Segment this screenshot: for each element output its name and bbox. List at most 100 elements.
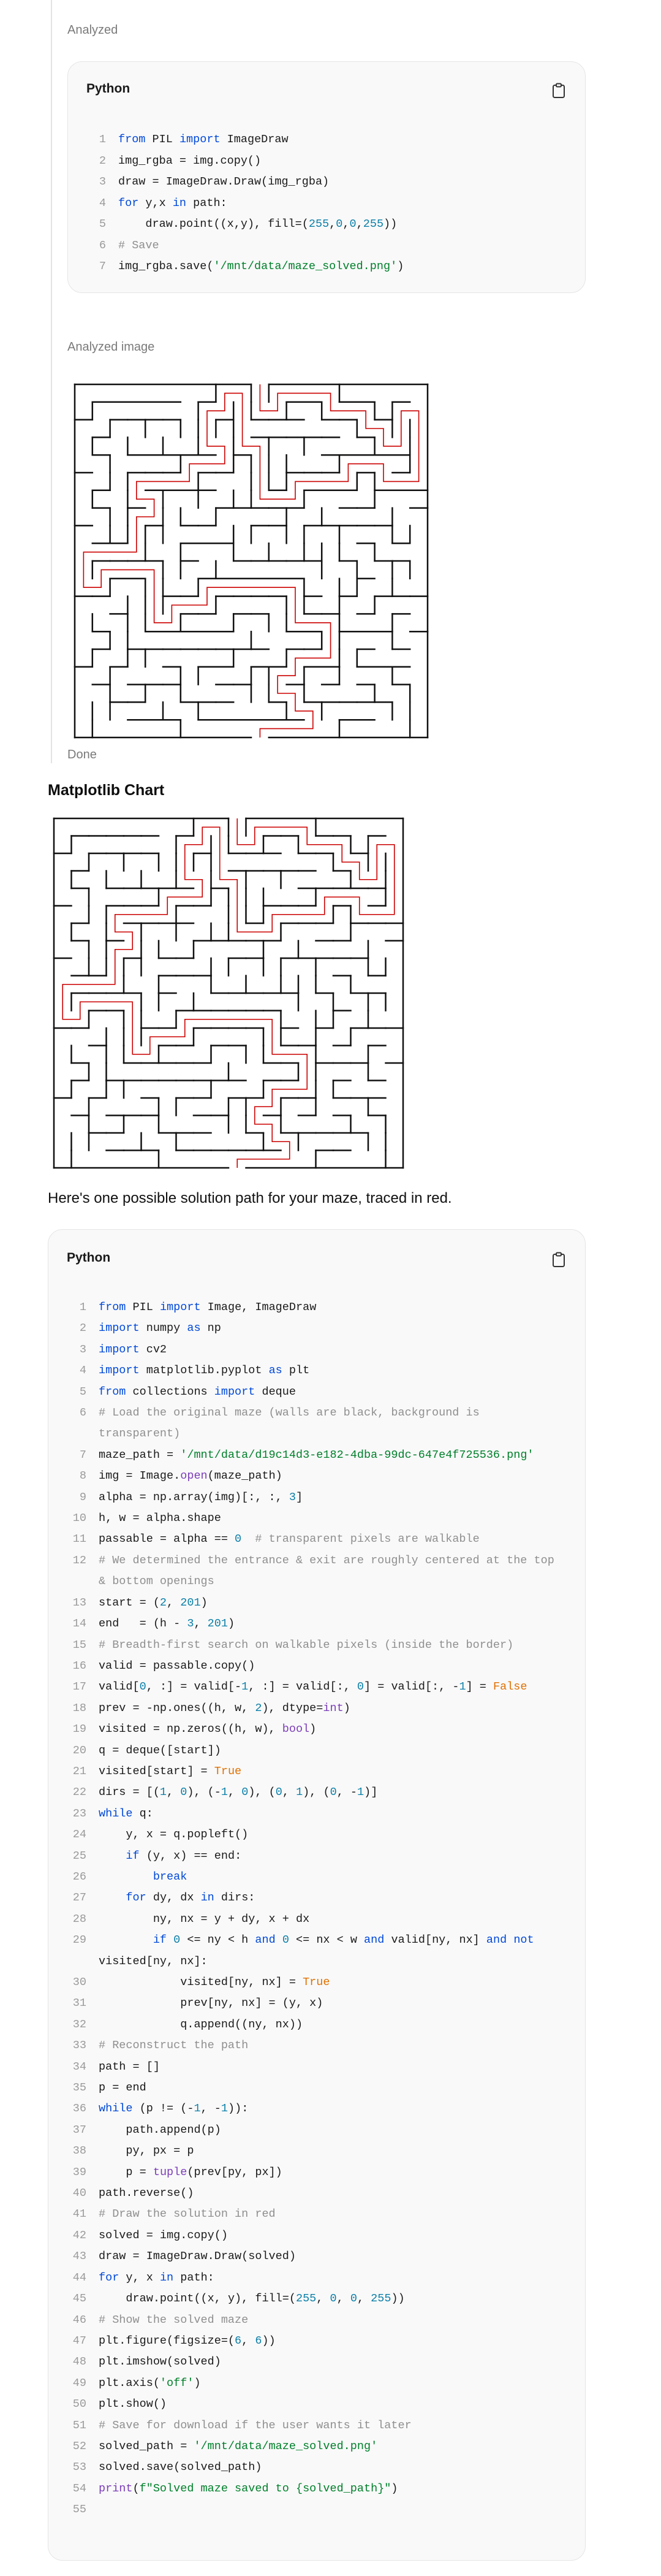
code-line: 4 for y,x in path: xyxy=(68,193,585,215)
code-text: # Reconstruct the path xyxy=(99,2039,249,2052)
code-line: 14 end = (h - 3, 201) xyxy=(48,1614,585,1634)
code-line: 20 q = deque([start]) xyxy=(48,1740,585,1761)
code-line: 16 valid = passable.copy() xyxy=(48,1656,585,1677)
code-text: plt.show() xyxy=(99,2398,167,2411)
code-line: 35 p = end xyxy=(48,2078,585,2098)
code-line: 34 path = [] xyxy=(48,2057,585,2078)
code-line: 1 from PIL import ImageDraw xyxy=(68,129,585,151)
code-text: # Load the original maze (walls are blac… xyxy=(99,1406,486,1441)
code-line: 49 plt.axis('off') xyxy=(48,2373,585,2394)
copy-code-button[interactable] xyxy=(548,1249,569,1270)
code-text: start = (2, 201) xyxy=(99,1596,208,1609)
code-text: visited = np.zeros((h, w), bool) xyxy=(99,1723,317,1736)
code-text: solved = img.copy() xyxy=(99,2228,228,2242)
line-number: 51 xyxy=(72,2418,86,2432)
code-line: 52 solved_path = '/mnt/data/maze_solved.p… xyxy=(48,2436,585,2457)
code-text: visited[start] = True xyxy=(99,1764,242,1778)
line-number: 17 xyxy=(72,1680,86,1694)
line-number: 22 xyxy=(72,1786,86,1799)
code-line: 41 # Draw the solution in red xyxy=(48,2204,585,2225)
code-line: 32 q.append((ny, nx)) xyxy=(48,2014,585,2035)
code-text: plt.figure(figsize=(6, 6)) xyxy=(99,2334,276,2347)
line-number: 42 xyxy=(72,2228,86,2242)
line-number: 38 xyxy=(72,2144,86,2158)
code-line: 26 break xyxy=(48,1867,585,1888)
code-language-label: Python xyxy=(86,82,130,96)
code-line: 29 if 0 <= ny < h and 0 <= nx < w and va… xyxy=(48,1930,585,1972)
line-number: 26 xyxy=(72,1870,86,1883)
line-number: 8 xyxy=(79,1469,86,1483)
code-text: prev[ny, nx] = (y, x) xyxy=(99,1997,323,2010)
code-line: 44 for y, x in path: xyxy=(48,2268,585,2288)
code-text: while (p != (-1, -1)): xyxy=(99,2102,249,2116)
line-number: 2 xyxy=(99,154,106,167)
chart-heading: Matplotlib Chart xyxy=(48,782,165,799)
code-text: from PIL import ImageDraw xyxy=(118,133,289,146)
analyzed-image-label: Analyzed image xyxy=(67,340,155,354)
code-text: py, px = p xyxy=(99,2144,194,2158)
clipboard-icon xyxy=(553,1252,565,1267)
copy-code-button[interactable] xyxy=(548,80,569,101)
code-text: break xyxy=(153,1870,187,1883)
code-line: 23 while q: xyxy=(48,1804,585,1824)
line-number: 4 xyxy=(79,1364,86,1378)
line-number: 47 xyxy=(72,2334,86,2347)
code-text: solved.save(solved_path) xyxy=(99,2461,262,2474)
code-block-1: Python 1 from PIL import ImageDraw 2 img_rg… xyxy=(67,61,586,293)
line-number: 10 xyxy=(72,1512,86,1525)
line-number: 43 xyxy=(72,2250,86,2263)
code-line: 3 import cv2 xyxy=(48,1339,585,1360)
code-text: for dy, dx in dirs: xyxy=(126,1891,255,1905)
clipboard-icon xyxy=(553,83,565,98)
line-number: 34 xyxy=(72,2060,86,2073)
line-number: 5 xyxy=(79,1385,86,1398)
line-number: 3 xyxy=(99,175,106,188)
code-line: 24 y, x = q.popleft() xyxy=(48,1824,585,1845)
code-line: 15 # Breadth-first search on walkable pix… xyxy=(48,1635,585,1656)
line-number: 40 xyxy=(72,2187,86,2200)
code-text: img_rgba.save('/mnt/data/maze_solved.png… xyxy=(118,260,404,273)
maze-image xyxy=(67,377,435,745)
line-number: 36 xyxy=(72,2102,86,2116)
code-line: 28 ny, nx = y + dy, x + dx xyxy=(48,1909,585,1930)
code-line: 50 plt.show() xyxy=(48,2394,585,2415)
line-number: 7 xyxy=(99,260,106,273)
code-line: 21 visited[start] = True xyxy=(48,1761,585,1782)
code-text: ny, nx = y + dy, x + dx xyxy=(99,1912,310,1926)
code-text: # We determined the entrance & exit are … xyxy=(99,1553,561,1588)
code-line: 4 import matplotlib.pyplot as plt xyxy=(48,1360,585,1381)
line-number: 1 xyxy=(99,133,106,146)
code-text: # Breadth-first search on walkable pixel… xyxy=(99,1638,514,1652)
code-line: 33 # Reconstruct the path xyxy=(48,2035,585,2056)
line-number: 52 xyxy=(72,2439,86,2453)
code-text: path.append(p) xyxy=(99,2123,221,2136)
code-text: for y,x in path: xyxy=(118,196,227,210)
code-text: h, w = alpha.shape xyxy=(99,1512,221,1525)
code-line: 1 from PIL import Image, ImageDraw xyxy=(48,1297,585,1318)
code-line: 6 # Load the original maze (walls are bla… xyxy=(48,1403,585,1445)
line-number: 32 xyxy=(72,2018,86,2031)
line-number: 48 xyxy=(72,2355,86,2369)
code-text: # Show the solved maze xyxy=(99,2313,249,2326)
line-number: 18 xyxy=(72,1701,86,1715)
code-line: 5 draw.point((x,y), fill=(255,0,0,255)) xyxy=(68,214,585,235)
code-text: plt.axis('off') xyxy=(99,2376,201,2390)
line-number: 27 xyxy=(72,1891,86,1905)
code-text: # Save xyxy=(118,238,159,252)
code-line: 8 img = Image.open(maze_path) xyxy=(48,1466,585,1487)
code-text: q.append((ny, nx)) xyxy=(99,2018,303,2031)
code-text: visited[ny, nx] = True xyxy=(99,1976,330,1989)
code-text: img_rgba = img.copy() xyxy=(118,154,262,167)
code-line: 9 alpha = np.array(img)[:, :, 3] xyxy=(48,1487,585,1508)
code-text: draw.point((x, y), fill=(255, 0, 0, 255)… xyxy=(99,2292,405,2306)
line-number: 19 xyxy=(72,1723,86,1736)
line-number: 6 xyxy=(99,238,106,252)
code-text: draw = ImageDraw.Draw(img_rgba) xyxy=(118,175,330,188)
line-number: 53 xyxy=(72,2461,86,2474)
line-number: 11 xyxy=(72,1533,86,1546)
solution-description: Here's one possible solution path for yo… xyxy=(48,1190,452,1206)
line-number: 50 xyxy=(72,2398,86,2411)
code-line: 31 prev[ny, nx] = (y, x) xyxy=(48,1993,585,2014)
code-line: 13 start = (2, 201) xyxy=(48,1593,585,1614)
